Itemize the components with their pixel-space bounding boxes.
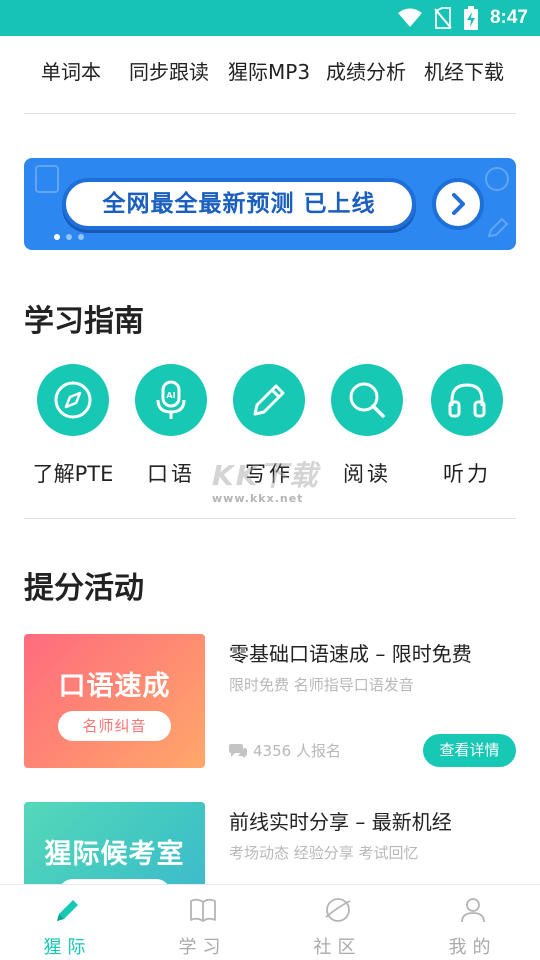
bottom-tab-bar: 猩际 学习 社区 我的 xyxy=(0,884,540,960)
book-icon xyxy=(189,898,216,922)
svg-text:AI: AI xyxy=(166,391,175,400)
tab-label: 社区 xyxy=(313,937,362,958)
signup-count-text: 4356 人报名 xyxy=(253,742,341,760)
guide-label: 阅读 xyxy=(343,462,391,486)
chat-bubble-icon xyxy=(229,743,247,758)
thumbnail-tag: 名师纠音 xyxy=(58,711,171,741)
banner-go-button[interactable] xyxy=(432,178,484,230)
thumbnail-title: 口语速成 xyxy=(58,671,171,702)
tab-label: 学习 xyxy=(178,937,227,958)
guide-item-listening[interactable]: 听力 xyxy=(418,364,516,488)
promo-banner[interactable]: 全网最全最新预测 已上线 xyxy=(24,158,516,250)
top-nav-item-score-analysis[interactable]: 成绩分析 xyxy=(326,56,406,85)
wifi-icon xyxy=(397,8,422,27)
activity-title: 零基础口语速成 – 限时免费 xyxy=(229,642,472,666)
headphones-icon xyxy=(448,383,486,418)
decor-compass-icon xyxy=(485,167,509,191)
activity-thumbnail: 口语速成 名师纠音 xyxy=(24,634,205,768)
no-sim-icon xyxy=(434,7,452,29)
banner-dot xyxy=(78,234,84,240)
status-icons: 8:47 xyxy=(397,0,528,36)
top-nav-item-download[interactable]: 机经下载 xyxy=(424,56,504,85)
tab-study[interactable]: 学习 xyxy=(135,885,270,960)
activity-subtitle: 限时免费 名师指导口语发音 xyxy=(229,676,414,694)
planet-icon xyxy=(324,898,350,922)
status-bar: 8:47 xyxy=(0,0,540,36)
decor-pencil-icon xyxy=(487,217,509,238)
watermark: KK下载 www.kkx.net xyxy=(212,454,332,514)
compass-icon xyxy=(54,381,92,419)
guide-item-reading[interactable]: 阅读 xyxy=(318,364,416,488)
guide-circle xyxy=(431,364,503,436)
activity-card[interactable]: 口语速成 名师纠音 零基础口语速成 – 限时免费 限时免费 名师指导口语发音 4… xyxy=(24,634,516,768)
battery-charging-icon xyxy=(463,6,478,30)
top-nav-item-mp3[interactable]: 猩际MP3 xyxy=(228,56,310,85)
pencil-icon xyxy=(253,384,285,416)
pencil-icon xyxy=(56,900,78,921)
activity-subtitle: 考场动态 经验分享 考试回忆 xyxy=(229,844,419,862)
banner-pill: 全网最全最新预测 已上线 xyxy=(62,178,416,230)
guide-label: 口语 xyxy=(147,462,195,486)
status-time: 8:47 xyxy=(489,7,528,28)
search-icon xyxy=(349,382,385,418)
microphone-ai-icon: AI xyxy=(156,380,186,419)
guide-item-about-pte[interactable]: 了解PTE xyxy=(24,364,122,488)
tab-home[interactable]: 猩际 xyxy=(0,885,135,960)
thumbnail-title: 猩际候考室 xyxy=(44,839,185,870)
banner-dot xyxy=(54,234,60,240)
banner-pagination xyxy=(54,234,84,240)
guide-label: 听力 xyxy=(443,462,491,486)
decor-doc-icon xyxy=(35,165,59,193)
tab-profile[interactable]: 我的 xyxy=(405,885,540,960)
guide-circle: AI xyxy=(135,364,207,436)
tab-label: 我的 xyxy=(448,937,497,958)
person-icon xyxy=(460,898,485,923)
signup-count: 4356 人报名 xyxy=(229,740,341,761)
activity-title: 前线实时分享 – 最新机经 xyxy=(229,810,452,834)
section-divider xyxy=(24,518,516,519)
banner-text: 全网最全最新预测 已上线 xyxy=(102,191,376,217)
tab-community[interactable]: 社区 xyxy=(270,885,405,960)
guide-item-speaking[interactable]: AI 口语 xyxy=(122,364,220,488)
watermark-logo: KK下载 xyxy=(212,459,320,492)
top-nav-item-wordbook[interactable]: 单词本 xyxy=(41,56,101,85)
tab-label: 猩际 xyxy=(43,937,92,958)
study-guide-title: 学习指南 xyxy=(24,304,144,339)
top-nav: 单词本 同步跟读 猩际MP3 成绩分析 机经下载 xyxy=(24,36,516,114)
guide-circle xyxy=(233,364,305,436)
banner-dot xyxy=(66,234,72,240)
guide-label: 了解PTE xyxy=(32,462,114,486)
guide-circle xyxy=(37,364,109,436)
activities-title: 提分活动 xyxy=(24,571,144,606)
view-details-button[interactable]: 查看详情 xyxy=(423,734,516,767)
chevron-right-icon xyxy=(452,193,465,215)
guide-circle xyxy=(331,364,403,436)
top-nav-item-follow-read[interactable]: 同步跟读 xyxy=(129,56,209,85)
